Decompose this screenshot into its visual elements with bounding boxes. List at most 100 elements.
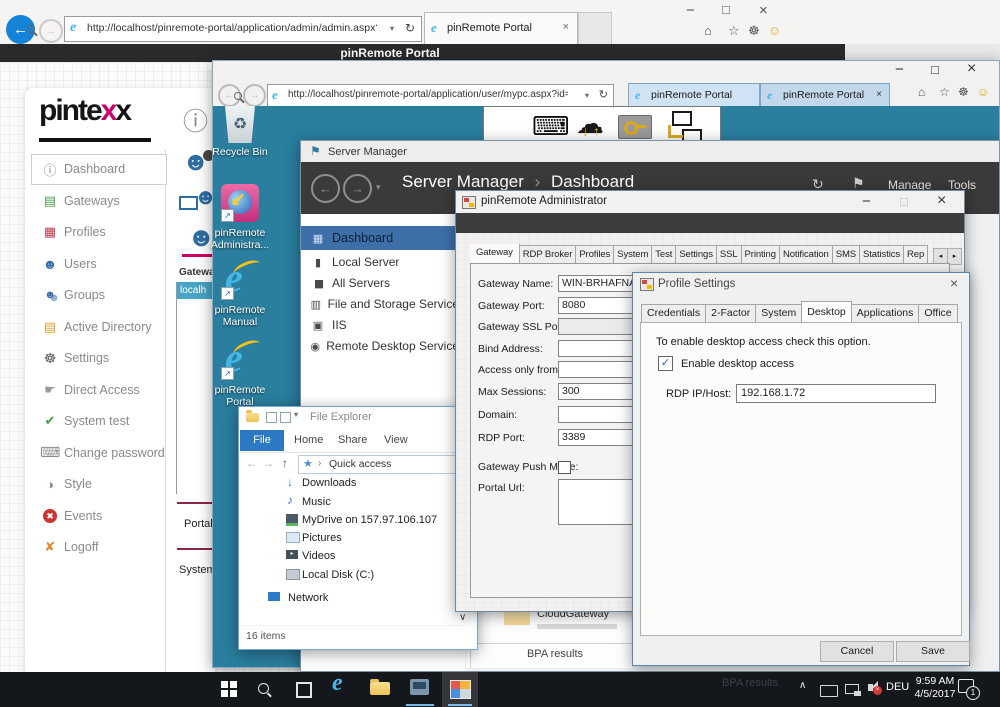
settings-gear-icon[interactable]: ☸ — [748, 23, 760, 39]
sidebar-item-events[interactable]: ✖Events — [40, 506, 164, 526]
fe-item-music[interactable]: Music — [302, 496, 331, 508]
admin-tab-notification[interactable]: Notification — [779, 245, 833, 264]
sm-nav-dashboard[interactable]: ▦ Dashboard — [301, 226, 465, 250]
tab-close-icon[interactable]: × — [563, 21, 569, 33]
sidebar-item-gateways[interactable]: ▤Gateways — [40, 191, 164, 211]
feedback-smiley-icon[interactable]: ☺ — [768, 23, 781, 38]
fe-scroll-chevron-icon[interactable]: ∨ — [459, 612, 466, 623]
browser2-maximize-button[interactable]: □ — [931, 62, 939, 77]
tab-close-icon[interactable]: × — [876, 89, 882, 100]
pinremote-manual-icon[interactable]: e ↗ — [221, 258, 259, 300]
admin-close-button[interactable]: × — [937, 192, 946, 210]
taskbar-pinremote-admin-icon[interactable] — [450, 680, 471, 699]
recycle-bin-label[interactable]: Recycle Bin — [202, 146, 278, 158]
fe-item-videos[interactable]: Videos — [302, 550, 335, 562]
admin-tab-ssl[interactable]: SSL — [716, 245, 742, 264]
admin-tab-test[interactable]: Test — [651, 245, 676, 264]
browser2-forward-button[interactable]: → — [243, 84, 266, 107]
sidebar-item-dashboard[interactable]: ⓘDashboard — [40, 159, 164, 179]
chevron-down-icon[interactable]: ▾ — [585, 91, 589, 100]
sm-nav-rds[interactable]: ◉ Remote Desktop Services — [301, 336, 465, 356]
sidebar-item-style[interactable]: ◑Style — [40, 474, 164, 494]
fe-back-icon[interactable]: ← — [246, 456, 258, 470]
settings-gear-icon[interactable]: ☸ — [958, 85, 969, 99]
qat-chevron-icon[interactable]: ▾ — [294, 410, 298, 419]
browser1-address-bar[interactable]: e http://localhost/pinremote-portal/appl… — [64, 16, 422, 42]
sm-history-chevron-icon[interactable]: ▾ — [376, 182, 381, 193]
admin-tab-printing[interactable]: Printing — [741, 245, 780, 264]
sidebar-item-system-test[interactable]: ✔System test — [40, 411, 164, 431]
admin-tab-profiles[interactable]: Profiles — [575, 245, 614, 264]
taskbar-explorer-icon[interactable] — [370, 682, 390, 695]
credentials-window-icon[interactable] — [618, 115, 652, 139]
admin-tab-gateway[interactable]: Gateway — [470, 244, 520, 264]
admin-tab-rdp-broker[interactable]: RDP Broker — [519, 245, 577, 264]
sm-forward-button[interactable]: → — [343, 174, 372, 203]
fe-up-icon[interactable]: ↑ — [282, 456, 288, 470]
fe-breadcrumb-text[interactable]: Quick access — [329, 458, 391, 470]
enable-desktop-label[interactable]: Enable desktop access — [681, 358, 794, 370]
sm-nav-all-servers[interactable]: ▮▮ All Servers — [301, 273, 465, 293]
home-icon[interactable]: ⌂ — [704, 23, 712, 38]
fe-item-local-disk[interactable]: Local Disk (C:) — [302, 569, 374, 581]
refresh-icon[interactable]: ↻ — [405, 21, 415, 35]
profile-tab-office[interactable]: Office — [918, 304, 957, 323]
browser1-new-tab[interactable] — [578, 12, 612, 44]
sidebar-item-active-directory[interactable]: ▤Active Directory — [40, 317, 164, 337]
profile-close-button[interactable]: × — [950, 275, 958, 291]
ribbon-tab-home[interactable]: Home — [294, 434, 323, 446]
browser2-minimize-button[interactable]: − — [895, 61, 904, 78]
bpa-results-label[interactable]: BPA results — [510, 648, 600, 660]
sidebar-item-direct-access[interactable]: ☛Direct Access — [40, 380, 164, 400]
browser2-tab1-title[interactable]: pinRemote Portal — [651, 89, 732, 101]
ribbon-tab-view[interactable]: View — [384, 434, 408, 446]
search-icon[interactable] — [27, 25, 35, 33]
fe-item-downloads[interactable]: Downloads — [302, 477, 356, 489]
profile-tab-applications[interactable]: Applications — [851, 304, 920, 323]
taskbar-server-manager-icon[interactable] — [410, 679, 429, 695]
browser1-tab[interactable]: e pinRemote Portal × — [424, 12, 578, 44]
pinremote-administrator-label[interactable]: pinRemote Administra... — [202, 227, 278, 251]
ribbon-tab-file[interactable]: File — [240, 430, 284, 451]
browser1-tab-title[interactable]: pinRemote Portal — [447, 22, 532, 34]
pinremote-portal-icon[interactable]: e ↗ — [221, 338, 259, 380]
sidebar-item-users[interactable]: ☻Users — [40, 254, 164, 274]
home-icon[interactable]: ⌂ — [918, 85, 925, 99]
browser2-tab2[interactable]: e pinRemote Portal × — [760, 83, 890, 108]
browser2-tab2-title[interactable]: pinRemote Portal — [783, 89, 864, 101]
enable-desktop-checkbox[interactable]: ✓ — [658, 356, 673, 371]
admin-maximize-button[interactable]: □ — [900, 194, 908, 209]
browser1-close-button[interactable]: × — [759, 2, 768, 19]
browser1-minimize-button[interactable]: − — [686, 2, 695, 19]
sidebar-item-settings[interactable]: ☸Settings — [40, 348, 164, 368]
ribbon-tab-share[interactable]: Share — [338, 434, 367, 446]
save-button[interactable]: Save — [896, 641, 970, 662]
profile-tab-desktop[interactable]: Desktop — [801, 301, 852, 323]
profile-tab-credentials[interactable]: Credentials — [641, 304, 706, 323]
admin-tab-statistics[interactable]: Statistics — [859, 245, 904, 264]
browser1-maximize-button[interactable]: □ — [722, 2, 730, 17]
fe-item-mydrive[interactable]: MyDrive on 157.97.106.107 — [302, 514, 437, 526]
pinremote-manual-label[interactable]: pinRemote Manual — [202, 304, 278, 328]
tray-network-icon[interactable] — [845, 684, 859, 694]
refresh-icon[interactable]: ↻ — [599, 88, 608, 101]
browser2-tab1[interactable]: e pinRemote Portal — [628, 83, 760, 108]
feedback-smiley-icon[interactable]: ☺ — [977, 85, 989, 99]
pinremote-portal-label[interactable]: pinRemote Portal — [202, 384, 278, 408]
browser2-url-text[interactable]: http://localhost/pinremote-portal/applic… — [288, 89, 568, 100]
sm-nav-iis[interactable]: ▣ IIS — [301, 315, 465, 335]
qat-button[interactable] — [266, 412, 277, 423]
taskbar-search-icon[interactable] — [258, 683, 269, 694]
admin-tab-system[interactable]: System — [613, 245, 652, 264]
fe-forward-icon[interactable]: → — [262, 456, 274, 470]
breadcrumb-page[interactable]: Dashboard — [551, 172, 634, 191]
favorites-star-icon[interactable]: ☆ — [939, 85, 950, 99]
browser1-forward-button[interactable]: → — [39, 19, 63, 43]
tray-clock[interactable]: 9:59 AM 4/5/2017 — [912, 675, 958, 701]
admin-tab-settings[interactable]: Settings — [675, 245, 717, 264]
cancel-button[interactable]: Cancel — [820, 641, 894, 662]
tray-volume-muted-icon[interactable]: × — [868, 684, 873, 691]
sm-nav-local-server[interactable]: ▮ Local Server — [301, 252, 465, 272]
admin-tab-sms[interactable]: SMS — [832, 245, 860, 264]
fe-breadcrumb-bar[interactable]: ★ › Quick access — [298, 455, 472, 474]
